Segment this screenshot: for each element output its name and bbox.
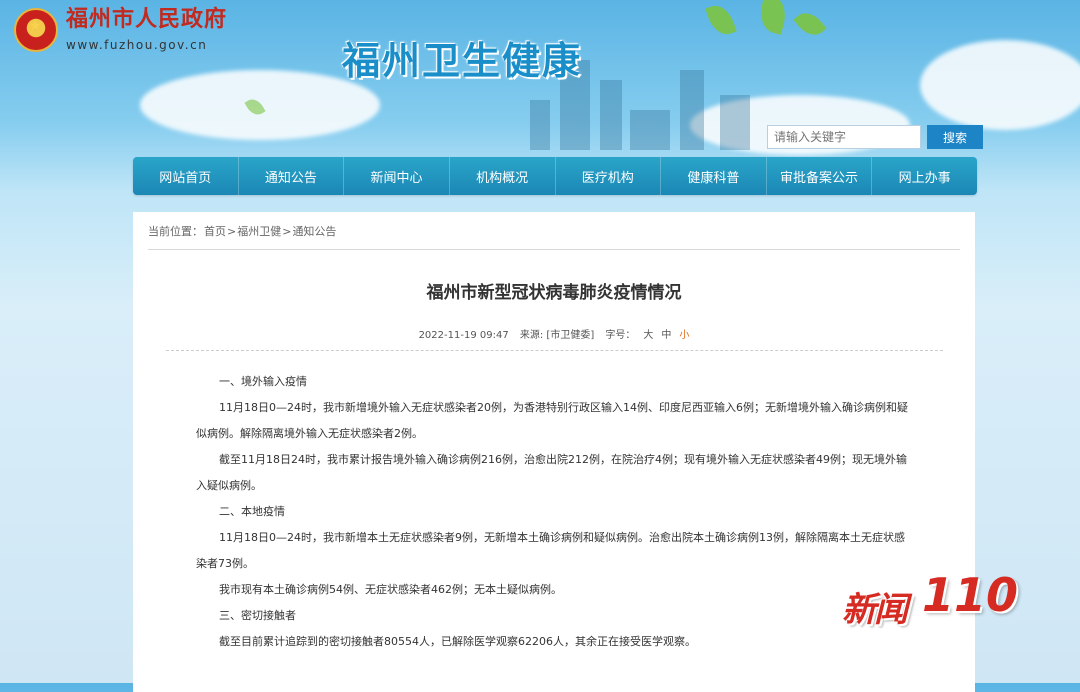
section-heading: 二、本地疫情	[219, 505, 285, 518]
org-logo[interactable]: 福州市人民政府 www.fuzhou.gov.cn	[14, 8, 227, 52]
breadcrumb-separator: >	[282, 225, 292, 238]
search-bar: 搜索	[767, 125, 983, 149]
nav-item-home[interactable]: 网站首页	[133, 157, 239, 195]
nav-item-medical-institutions[interactable]: 医疗机构	[556, 157, 662, 195]
paragraph: 我市现有本土确诊病例54例、无症状感染者462例；无本土疑似病例。	[219, 583, 562, 596]
breadcrumb-separator: >	[227, 225, 237, 238]
article-meta: 2022-11-19 09:47 来源: [市卫健委] 字号： 大中小	[133, 326, 975, 341]
breadcrumb: 当前位置：首页>福州卫健>通知公告	[148, 223, 337, 239]
breadcrumb-fuzhou-health[interactable]: 福州卫健	[237, 225, 281, 238]
news110-logo-number: 110	[922, 568, 1019, 622]
nav-item-health-education[interactable]: 健康科普	[661, 157, 767, 195]
article-body: 一、境外输入疫情 11月18日0—24时，我市新增境外输入无症状感染者20例，为…	[196, 369, 913, 655]
article-source: 来源: [市卫健委]	[519, 330, 595, 341]
publish-date: 2022-11-19 09:47	[418, 330, 509, 341]
nav-item-online-services[interactable]: 网上办事	[872, 157, 977, 195]
main-nav: 网站首页 通知公告 新闻中心 机构概况 医疗机构 健康科普 审批备案公示 网上办…	[133, 157, 977, 195]
font-size-label: 字号：	[605, 330, 636, 341]
font-size-small-button[interactable]: 小	[679, 330, 689, 341]
nav-item-notices[interactable]: 通知公告	[239, 157, 345, 195]
breadcrumb-prefix: 当前位置：	[148, 225, 203, 238]
paragraph: 11月18日0—24时，我市新增境外输入无症状感染者20例，为香港特别行政区输入…	[196, 401, 908, 440]
site-title: 福州卫生健康	[342, 39, 583, 83]
org-url: www.fuzhou.gov.cn	[66, 38, 208, 52]
cloud-decoration	[920, 40, 1080, 130]
dashed-divider	[166, 350, 943, 351]
font-size-medium-button[interactable]: 中	[661, 330, 671, 341]
paragraph: 11月18日0—24时，我市新增本土无症状感染者9例，无新增本土确诊病例和疑似病…	[196, 531, 905, 570]
news110-logo-subtext: NEWS 110	[938, 622, 975, 630]
nav-item-about[interactable]: 机构概况	[450, 157, 556, 195]
nav-item-news[interactable]: 新闻中心	[344, 157, 450, 195]
search-button[interactable]: 搜索	[927, 125, 983, 149]
news110-logo: 新闻 110 NEWS 110	[842, 568, 1018, 634]
breadcrumb-home[interactable]: 首页	[204, 225, 226, 238]
leaf-decoration	[755, 0, 791, 35]
section-heading: 三、密切接触者	[219, 609, 296, 622]
leaf-decoration	[793, 6, 827, 42]
font-size-large-button[interactable]: 大	[643, 330, 653, 341]
national-emblem-icon	[14, 8, 58, 52]
paragraph: 截至11月18日24时，我市累计报告境外输入确诊病例216例，治愈出院212例，…	[196, 453, 907, 492]
nav-item-approval-public[interactable]: 审批备案公示	[767, 157, 873, 195]
search-input[interactable]	[767, 125, 921, 149]
news110-logo-text: 新闻	[842, 590, 908, 630]
article-title: 福州市新型冠状病毒肺炎疫情情况	[426, 283, 682, 303]
org-name: 福州市人民政府	[66, 7, 228, 32]
divider	[148, 249, 960, 250]
paragraph: 截至目前累计追踪到的密切接触者80554人，已解除医学观察62206人，其余正在…	[219, 635, 696, 648]
leaf-decoration	[705, 1, 737, 39]
section-heading: 一、境外输入疫情	[219, 375, 307, 388]
breadcrumb-notices[interactable]: 通知公告	[292, 225, 336, 238]
